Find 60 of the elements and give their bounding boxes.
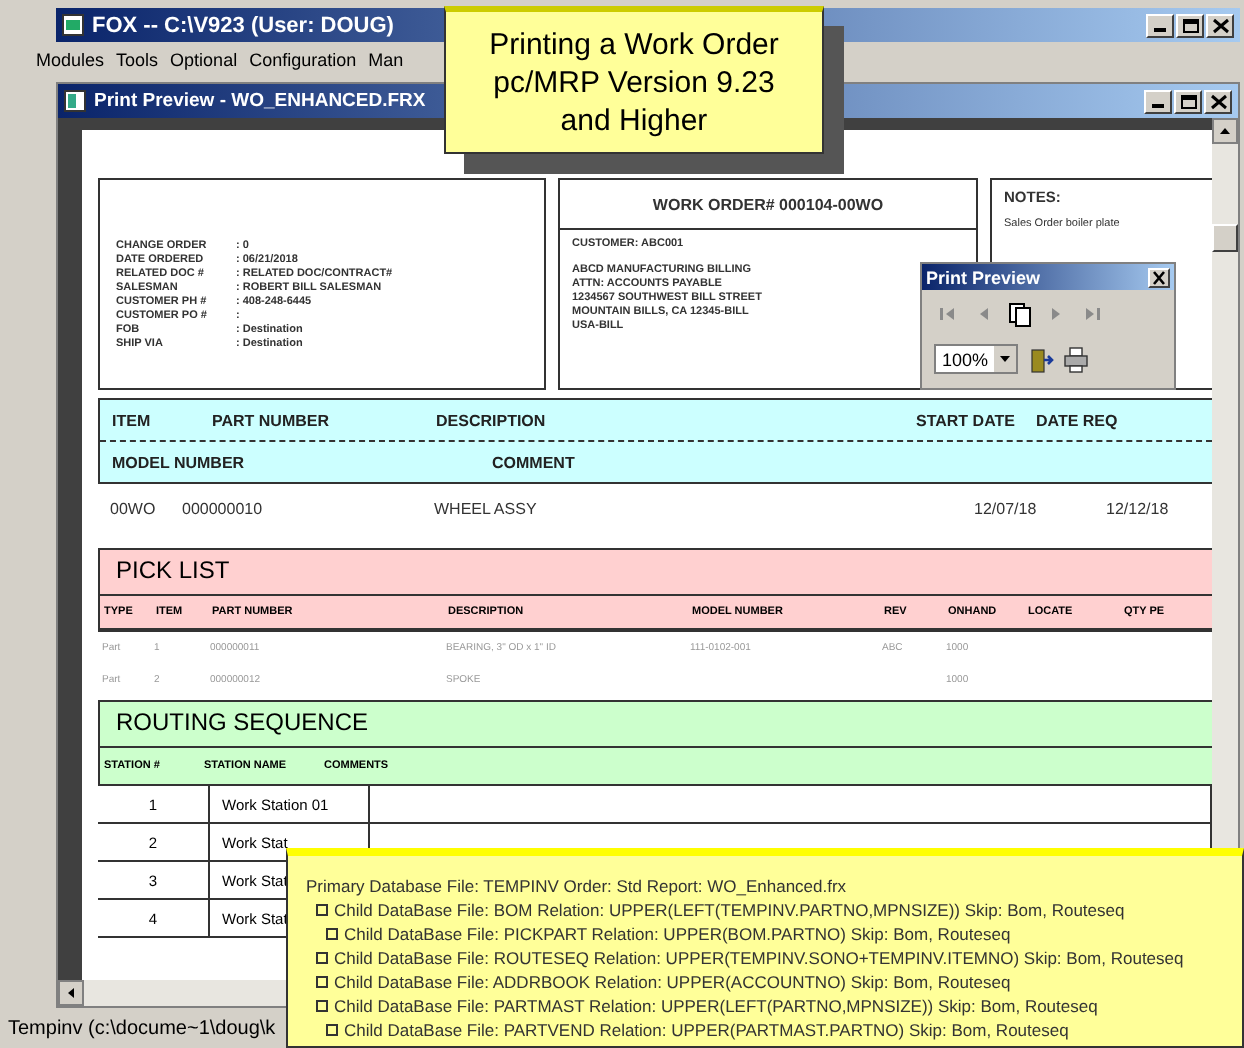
window-title: FOX -- C:\V923 (User: DOUG) bbox=[92, 13, 394, 37]
checkbox-icon bbox=[316, 1000, 328, 1012]
scroll-up-button[interactable] bbox=[1212, 118, 1238, 144]
section-title: PICK LIST bbox=[100, 550, 1212, 596]
window-title: Print Preview - WO_ENHANCED.FRX bbox=[94, 90, 426, 112]
checkbox-icon bbox=[316, 952, 328, 964]
scrollbar-thumb[interactable] bbox=[1212, 224, 1238, 252]
callout-text: Printing a Work Order bbox=[489, 25, 779, 63]
menu-item[interactable]: Configuration bbox=[249, 50, 357, 70]
pages-icon[interactable] bbox=[1006, 299, 1034, 327]
work-order-title: WORK ORDER# 000104-00WO bbox=[560, 180, 976, 230]
close-icon bbox=[1150, 269, 1168, 285]
column-header: MODEL NUMBER bbox=[112, 453, 247, 471]
close-icon bbox=[1206, 91, 1230, 111]
callout-text: pc/MRP Version 9.23 bbox=[493, 63, 775, 101]
callout-text: and Higher bbox=[560, 101, 708, 139]
minimize-icon bbox=[1152, 103, 1164, 107]
minimize-button[interactable] bbox=[1146, 13, 1174, 37]
app-icon bbox=[62, 14, 84, 36]
checkbox-icon bbox=[316, 904, 328, 916]
maximize-button[interactable] bbox=[1176, 13, 1204, 37]
print-icon[interactable] bbox=[1062, 345, 1091, 373]
column-header: DATE REQ bbox=[1036, 411, 1120, 429]
menu-item[interactable]: Optional bbox=[170, 50, 238, 70]
table-cell-text: 12/07/18 bbox=[974, 499, 1039, 517]
scroll-left-button[interactable] bbox=[58, 980, 84, 1006]
checkbox-icon bbox=[326, 928, 338, 940]
menu-item[interactable]: Man bbox=[368, 50, 404, 70]
info-text: Child DataBase File: PARTVEND Relation: UPPER(PARTMAST.PARTNO) Skip: Bom, Routeseq bbox=[344, 1020, 1069, 1040]
section-title: ROUTING SEQUENCE bbox=[100, 702, 1212, 748]
info-text: Child DataBase File: ADDRBOOK Relation: UPPER(ACCOUNTNO) Skip: Bom, Routeseq bbox=[334, 972, 1011, 992]
menu-item[interactable]: Modules bbox=[36, 50, 105, 70]
maximize-icon bbox=[1176, 91, 1200, 111]
close-icon bbox=[1208, 15, 1232, 35]
maximize-icon bbox=[1178, 15, 1202, 35]
info-text: Child DataBase File: ROUTESEQ Relation: UPPER(TEMPINV.SONO+TEMPINV.ITEMNO) Skip: Bom, Routeseq bbox=[334, 948, 1184, 968]
maximize-button[interactable] bbox=[1174, 89, 1202, 113]
table-cell-text: WHEEL ASSY bbox=[434, 499, 539, 517]
zoom-dropdown[interactable]: 100% bbox=[934, 344, 1019, 374]
info-text: Child DataBase File: PARTMAST Relation: UPPER(LEFT(PARTNO,MPNSIZE)) Skip: Bom, Routeseq bbox=[334, 996, 1098, 1016]
close-button[interactable] bbox=[1204, 89, 1232, 113]
table-cell-text: 000000010 bbox=[182, 499, 265, 517]
minimize-icon bbox=[1154, 27, 1166, 31]
column-header: PART NUMBER bbox=[212, 411, 332, 429]
column-header: ITEM bbox=[112, 411, 153, 429]
table-cell-text: 12/12/18 bbox=[1106, 499, 1171, 517]
column-header: START DATE bbox=[916, 411, 1017, 429]
column-header: COMMENT bbox=[492, 453, 577, 471]
exit-door-icon[interactable] bbox=[1026, 345, 1055, 373]
menu-item[interactable]: Tools bbox=[116, 50, 159, 70]
close-button[interactable] bbox=[1206, 13, 1234, 37]
checkbox-icon bbox=[326, 1024, 338, 1036]
checkbox-icon bbox=[316, 976, 328, 988]
document-icon bbox=[64, 90, 86, 112]
close-button[interactable] bbox=[1148, 267, 1170, 287]
status-text: Tempinv (c:\docume~1\doug\k bbox=[8, 1017, 276, 1039]
minimize-button[interactable] bbox=[1144, 89, 1172, 113]
column-header: DESCRIPTION bbox=[436, 411, 548, 429]
toolbar-title: Print Preview bbox=[926, 267, 1041, 287]
table-cell-text: 00WO bbox=[110, 499, 158, 517]
